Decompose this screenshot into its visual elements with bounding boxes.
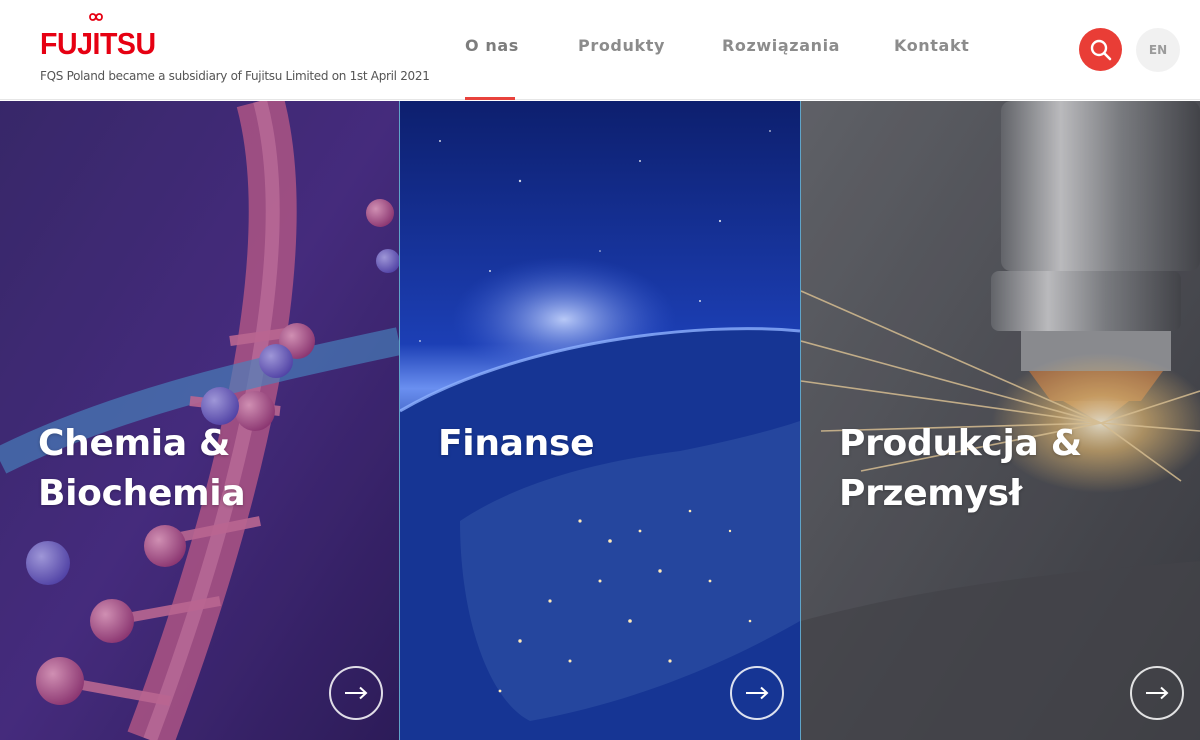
panel-arrow-button[interactable]	[730, 666, 784, 720]
fujitsu-logo[interactable]: FUJITSU	[40, 10, 160, 66]
nav-item-kontakt[interactable]: Kontakt	[894, 36, 969, 55]
panel-title: Produkcja & Przemysł	[839, 423, 1082, 514]
panel-title: Finanse	[438, 423, 595, 464]
logo-wordmark: FUJITSU	[40, 26, 156, 61]
arrow-right-icon	[746, 686, 769, 700]
panel-arrow-button[interactable]	[1130, 666, 1184, 720]
arrow-right-icon	[1146, 686, 1169, 700]
active-nav-underline	[465, 97, 515, 100]
panel-title: Chemia & Biochemia	[38, 423, 246, 514]
panel-chemia-biochemia[interactable]: Chemia & Biochemia	[0, 101, 399, 740]
site-header: FUJITSU FQS Poland became a subsidiary o…	[0, 0, 1200, 100]
nav-item-rozwiazania[interactable]: Rozwiązania	[722, 36, 840, 55]
panel-arrow-button[interactable]	[329, 666, 383, 720]
tagline: FQS Poland became a subsidiary of Fujits…	[40, 69, 430, 83]
language-switch-button[interactable]: EN	[1136, 28, 1180, 72]
search-icon	[1090, 39, 1111, 60]
nav-item-produkty[interactable]: Produkty	[578, 36, 665, 55]
arrow-right-icon	[345, 686, 368, 700]
panel-produkcja-przemysl[interactable]: Produkcja & Przemysł	[801, 101, 1200, 740]
search-button[interactable]	[1079, 28, 1122, 71]
panel-finanse[interactable]: Finanse	[400, 101, 800, 740]
industry-panels: Chemia & Biochemia Finanse Produkcja & P…	[0, 101, 1200, 740]
fujitsu-infinity-icon	[89, 13, 103, 21]
nav-item-o-nas[interactable]: O nas	[465, 36, 519, 55]
